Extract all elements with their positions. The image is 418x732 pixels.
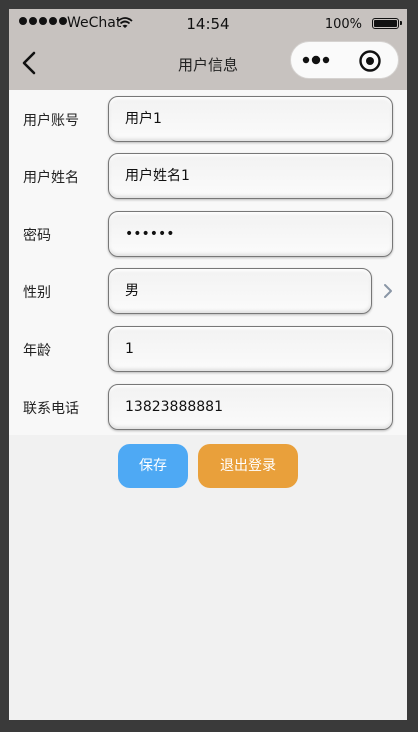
password-label: 密码 [23, 228, 51, 244]
age-field[interactable]: 1 [108, 326, 393, 372]
name-row: 用户姓名 用户姓名1 [9, 147, 407, 205]
gender-label: 性别 [23, 285, 51, 301]
battery-icon [372, 18, 402, 29]
name-field[interactable]: 用户姓名1 [108, 153, 393, 199]
password-row: 密码 •••••• [9, 205, 407, 263]
logout-button[interactable]: 退出登录 [198, 444, 298, 488]
account-label: 用户账号 [23, 113, 79, 129]
phone-label: 联系电话 [23, 401, 79, 417]
battery-percent: 100% [324, 17, 362, 32]
account-field[interactable]: 用户1 [108, 96, 393, 142]
save-button[interactable]: 保存 [118, 444, 188, 488]
gender-row: 性别 男 [9, 262, 407, 320]
phone-row: 联系电话 13823888881 [9, 378, 407, 436]
gender-picker[interactable]: 男 [108, 268, 372, 314]
phone-screen: WeChat 14:54 100% 用户信息 用户账号 用户1 用户姓名 用户姓… [9, 9, 407, 720]
target-circle-icon[interactable] [358, 49, 382, 73]
phone-field[interactable]: 13823888881 [108, 384, 393, 430]
age-label: 年龄 [23, 343, 51, 359]
user-info-form: 用户账号 用户1 用户姓名 用户姓名1 密码 •••••• 性别 男 年龄 1 … [9, 90, 407, 435]
name-label: 用户姓名 [23, 170, 79, 186]
account-row: 用户账号 用户1 [9, 90, 407, 148]
status-bar: WeChat 14:54 100% [9, 9, 407, 39]
nav-header: WeChat 14:54 100% 用户信息 [9, 9, 407, 90]
age-row: 年龄 1 [9, 320, 407, 378]
password-field[interactable]: •••••• [108, 211, 393, 257]
more-dots-icon[interactable] [301, 51, 337, 69]
chevron-right-icon[interactable] [381, 281, 395, 301]
mini-program-capsule [290, 41, 399, 79]
